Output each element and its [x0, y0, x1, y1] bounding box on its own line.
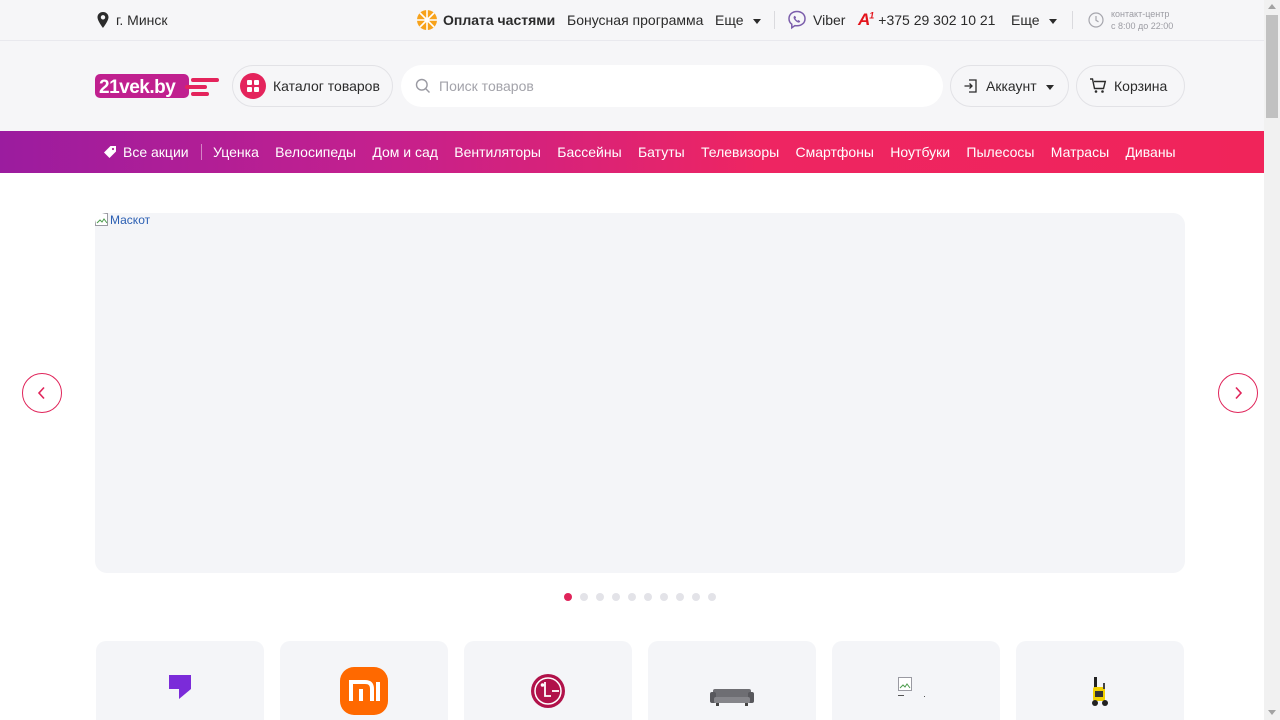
brand-card[interactable] [1016, 641, 1184, 720]
broken-image-icon [95, 213, 108, 226]
all-promotions-label: Все акции [123, 144, 189, 160]
scroll-up-arrow-icon[interactable] [1268, 4, 1276, 9]
broken-image-icon [898, 677, 925, 697]
login-icon [964, 79, 977, 93]
search-input[interactable] [439, 78, 919, 94]
brand-card[interactable] [464, 641, 632, 720]
account-label: Аккаунт [986, 78, 1037, 94]
orange-slice-icon [417, 10, 437, 30]
nav-link-bicycles[interactable]: Велосипеды [275, 144, 356, 160]
bonus-program-label: Бонусная программа [567, 12, 704, 28]
installment-link[interactable]: Оплата частями [416, 0, 555, 40]
nav-link-mattresses[interactable]: Матрасы [1051, 144, 1109, 160]
carousel-dot[interactable] [612, 593, 620, 601]
clock-icon [1088, 12, 1104, 28]
catalog-button[interactable]: Каталог товаров [232, 65, 393, 107]
category-nav: Все акции Уценка Велосипеды Дом и сад Ве… [0, 131, 1264, 173]
sofa-icon [710, 689, 754, 706]
promo-banner[interactable]: Маскот [95, 213, 1185, 573]
scroll-down-arrow-icon[interactable] [1268, 710, 1276, 715]
purple-bookmark-logo-icon [169, 675, 191, 699]
search-box[interactable] [401, 65, 943, 107]
carousel-dot[interactable] [708, 593, 716, 601]
catalog-label: Каталог товаров [273, 78, 380, 94]
brand-card[interactable] [96, 641, 264, 720]
nav-link-laptops[interactable]: Ноутбуки [890, 144, 950, 160]
nav-link-vacuums[interactable]: Пылесосы [966, 144, 1034, 160]
search-icon [415, 78, 430, 93]
hours-time: с 8:00 до 22:00 [1111, 21, 1174, 31]
phone-link[interactable]: A1 +375 29 302 10 21 [858, 0, 995, 40]
carousel-dot[interactable] [564, 593, 572, 601]
tag-icon [104, 146, 116, 158]
broken-banner-image: Маскот [95, 213, 150, 227]
carousel-dot[interactable] [596, 593, 604, 601]
more-dropdown-1[interactable]: Еще [715, 0, 761, 40]
account-button[interactable]: Аккаунт [950, 65, 1069, 107]
nav-link-tvs[interactable]: Телевизоры [701, 144, 779, 160]
viber-label: Viber [813, 12, 846, 28]
carousel-dot[interactable] [580, 593, 588, 601]
more-label-2: Еще [1011, 12, 1040, 28]
nav-link-pools[interactable]: Бассейны [557, 144, 621, 160]
divider [774, 11, 775, 29]
pressure-washer-icon [1092, 677, 1108, 706]
broken-image-alt: Маскот [110, 213, 151, 227]
phone-number: +375 29 302 10 21 [878, 12, 996, 28]
carousel-prev-button[interactable] [22, 373, 62, 413]
page-scrollbar[interactable] [1264, 0, 1280, 720]
carousel-dot[interactable] [660, 593, 668, 601]
svg-text:21vek.by: 21vek.by [99, 77, 176, 98]
carousel-next-button[interactable] [1218, 373, 1258, 413]
top-bar: г. Минск Оплата частями Бонусная програм… [0, 0, 1264, 41]
viber-icon [788, 10, 806, 30]
nav-link-smartphones[interactable]: Смартфоны [795, 144, 874, 160]
nav-link-discount[interactable]: Уценка [213, 144, 259, 160]
all-promotions-link[interactable]: Все акции [104, 131, 189, 173]
cart-label: Корзина [1114, 78, 1168, 94]
nav-link-home-garden[interactable]: Дом и сад [372, 144, 438, 160]
nav-link-fans[interactable]: Вентиляторы [454, 144, 541, 160]
more-dropdown-2[interactable]: Еще [1011, 0, 1057, 40]
divider [201, 144, 202, 160]
cart-button[interactable]: Корзина [1076, 65, 1185, 107]
lg-logo-icon [531, 674, 565, 708]
xiaomi-mi-logo-icon [340, 667, 388, 715]
nav-links: Уценка Велосипеды Дом и сад Вентиляторы … [213, 131, 1192, 173]
chevron-left-icon [37, 386, 45, 400]
a1-operator-logo: A1 [858, 10, 874, 29]
nav-link-sofas[interactable]: Диваны [1125, 144, 1175, 160]
carousel-dot[interactable] [628, 593, 636, 601]
city-selector[interactable]: г. Минск [96, 0, 168, 40]
brand-card[interactable] [832, 641, 1000, 720]
chevron-right-icon [1235, 386, 1243, 400]
carousel-dot[interactable] [676, 593, 684, 601]
cart-icon [1090, 78, 1107, 93]
site-header: 21vek.by Каталог товаров Аккаунт Корзина [0, 41, 1264, 131]
divider [1072, 11, 1073, 29]
caret-down-icon [1045, 84, 1054, 90]
more-label-1: Еще [715, 12, 744, 28]
nav-link-trampolines[interactable]: Батуты [638, 144, 685, 160]
21vek-logo[interactable]: 21vek.by [95, 72, 221, 100]
caret-down-icon [1048, 18, 1057, 24]
location-pin-icon [97, 12, 109, 28]
bonus-program-link[interactable]: Бонусная программа [567, 0, 703, 40]
carousel-dot[interactable] [692, 593, 700, 601]
contact-center-hours: контакт-центр с 8:00 до 22:00 [1088, 0, 1173, 40]
catalog-grid-icon [240, 73, 266, 99]
city-label: г. Минск [116, 12, 168, 28]
brand-card[interactable] [280, 641, 448, 720]
caret-down-icon [752, 18, 761, 24]
installment-label: Оплата частями [443, 12, 556, 28]
viber-link[interactable]: Viber [787, 0, 845, 40]
carousel-pagination [564, 593, 724, 601]
brand-card[interactable] [648, 641, 816, 720]
scrollbar-thumb[interactable] [1266, 15, 1278, 118]
carousel-dot[interactable] [644, 593, 652, 601]
hours-title: контакт-центр [1111, 9, 1170, 19]
